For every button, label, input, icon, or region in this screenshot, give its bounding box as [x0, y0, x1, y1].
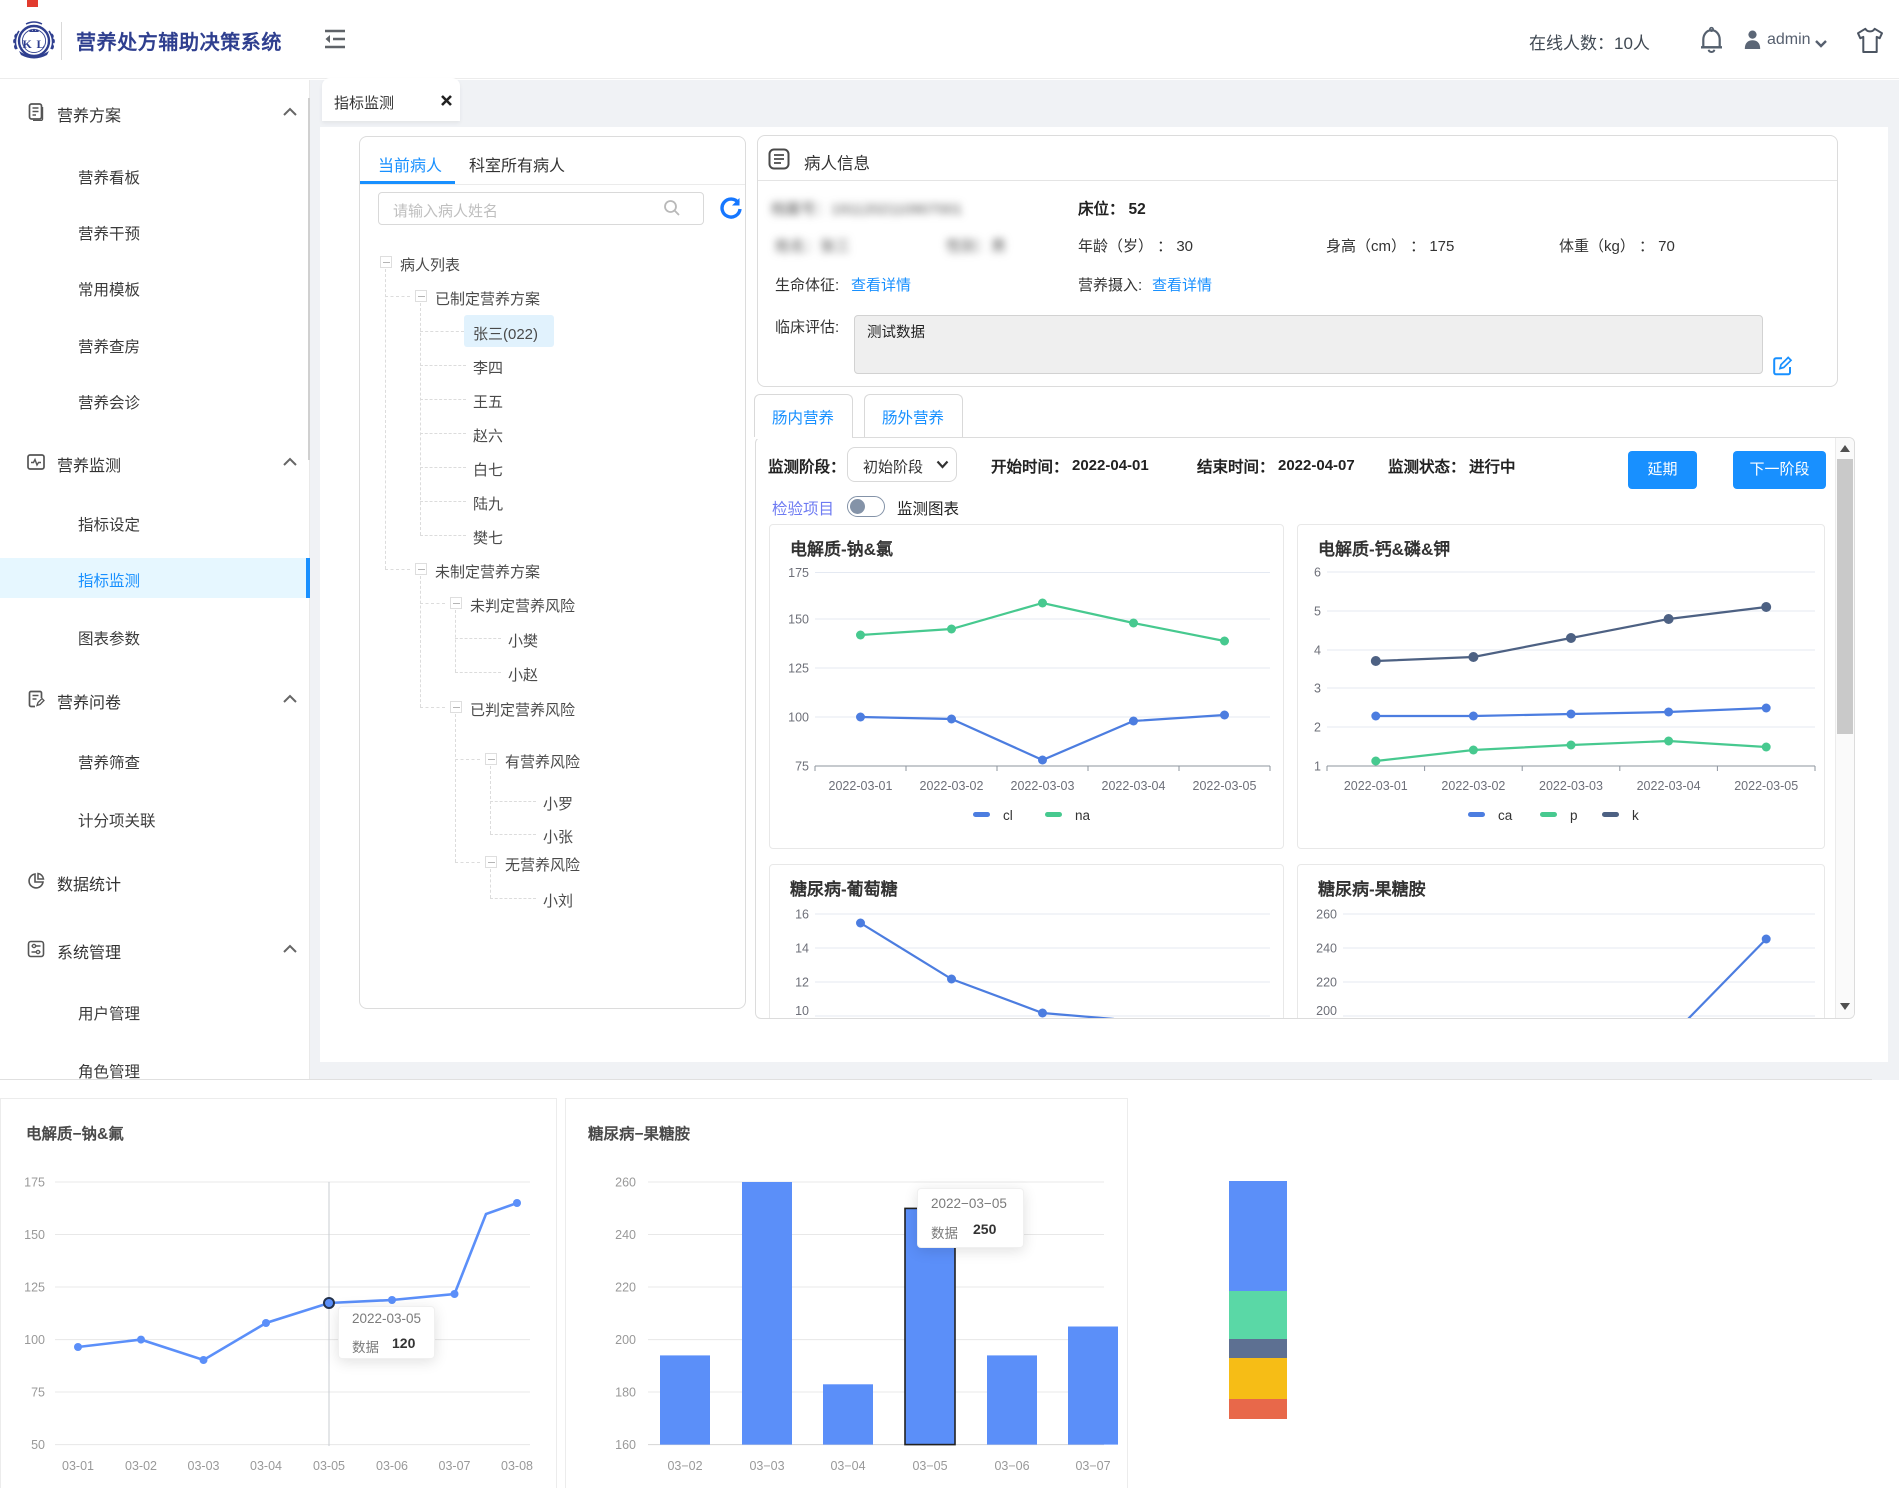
svg-text:ca: ca: [1498, 808, 1513, 823]
svg-text:260: 260: [1316, 908, 1337, 922]
svg-text:2022-03-03: 2022-03-03: [1011, 779, 1075, 793]
svg-text:220: 220: [1316, 976, 1337, 990]
svg-text:12: 12: [795, 976, 809, 990]
svg-text:k: k: [1632, 808, 1639, 823]
svg-text:2022-03-02: 2022-03-02: [920, 779, 984, 793]
svg-text:2022-03-05: 2022-03-05: [1734, 779, 1798, 793]
svg-text:75: 75: [795, 760, 809, 774]
svg-text:2022-03-02: 2022-03-02: [1441, 779, 1505, 793]
svg-text:03-07: 03-07: [439, 1459, 471, 1473]
svg-text:糖尿病-果糖胺: 糖尿病-果糖胺: [1318, 879, 1426, 899]
svg-text:200: 200: [615, 1333, 636, 1347]
svg-text:2022-03-01: 2022-03-01: [829, 779, 893, 793]
svg-text:240: 240: [1316, 942, 1337, 956]
svg-text:电解质-钙&磷&钾: 电解质-钙&磷&钾: [1318, 539, 1450, 559]
svg-text:p: p: [1570, 808, 1578, 823]
svg-text:150: 150: [788, 613, 809, 627]
svg-text:16: 16: [795, 908, 809, 922]
svg-text:175: 175: [788, 566, 809, 580]
svg-text:2022-03-04: 2022-03-04: [1102, 779, 1166, 793]
svg-text:03-01: 03-01: [62, 1459, 94, 1473]
svg-text:电解质-钠&氯: 电解质-钠&氯: [790, 539, 893, 559]
svg-text:03-06: 03-06: [376, 1459, 408, 1473]
svg-text:2022-03-05: 2022-03-05: [1193, 779, 1257, 793]
svg-text:175: 175: [24, 1176, 45, 1190]
svg-text:100: 100: [24, 1333, 45, 1347]
svg-text:200: 200: [1316, 1004, 1337, 1018]
svg-text:150: 150: [24, 1228, 45, 1242]
svg-text:100: 100: [788, 711, 809, 725]
svg-text:L: L: [37, 37, 45, 51]
svg-text:1: 1: [1314, 760, 1321, 774]
svg-text:na: na: [1075, 808, 1091, 823]
svg-text:5: 5: [1314, 605, 1321, 619]
svg-text:03-04: 03-04: [250, 1459, 282, 1473]
svg-text:160: 160: [615, 1438, 636, 1452]
svg-text:14: 14: [795, 942, 809, 956]
svg-text:125: 125: [788, 662, 809, 676]
svg-text:50: 50: [31, 1438, 45, 1452]
svg-text:2022-03-04: 2022-03-04: [1637, 779, 1701, 793]
svg-text:糖尿病−果糖胺: 糖尿病−果糖胺: [588, 1124, 691, 1143]
svg-text:03-05: 03-05: [313, 1459, 345, 1473]
svg-text:03-02: 03-02: [125, 1459, 157, 1473]
svg-text:03−06: 03−06: [994, 1459, 1029, 1473]
svg-text:75: 75: [31, 1386, 45, 1400]
svg-text:03-08: 03-08: [501, 1459, 533, 1473]
svg-text:3: 3: [1314, 682, 1321, 696]
svg-text:03−03: 03−03: [749, 1459, 784, 1473]
svg-text:糖尿病-葡萄糖: 糖尿病-葡萄糖: [790, 879, 898, 899]
svg-text:2: 2: [1314, 721, 1321, 735]
svg-text:260: 260: [615, 1176, 636, 1190]
svg-text:03−07: 03−07: [1075, 1459, 1110, 1473]
svg-text:电解质−钠&氟: 电解质−钠&氟: [26, 1124, 124, 1143]
svg-text:180: 180: [615, 1386, 636, 1400]
svg-text:4: 4: [1314, 644, 1321, 658]
svg-text:03-03: 03-03: [188, 1459, 220, 1473]
svg-text:6: 6: [1314, 566, 1321, 580]
svg-text:125: 125: [24, 1281, 45, 1295]
svg-text:220: 220: [615, 1281, 636, 1295]
svg-text:2022-03-03: 2022-03-03: [1539, 779, 1603, 793]
svg-text:240: 240: [615, 1228, 636, 1242]
svg-text:cl: cl: [1003, 808, 1013, 823]
svg-text:03−04: 03−04: [830, 1459, 865, 1473]
svg-text:03−02: 03−02: [667, 1459, 702, 1473]
svg-text:K: K: [23, 37, 33, 51]
svg-text:03−05: 03−05: [912, 1459, 947, 1473]
svg-text:10: 10: [795, 1004, 809, 1018]
svg-text:2022-03-01: 2022-03-01: [1344, 779, 1408, 793]
